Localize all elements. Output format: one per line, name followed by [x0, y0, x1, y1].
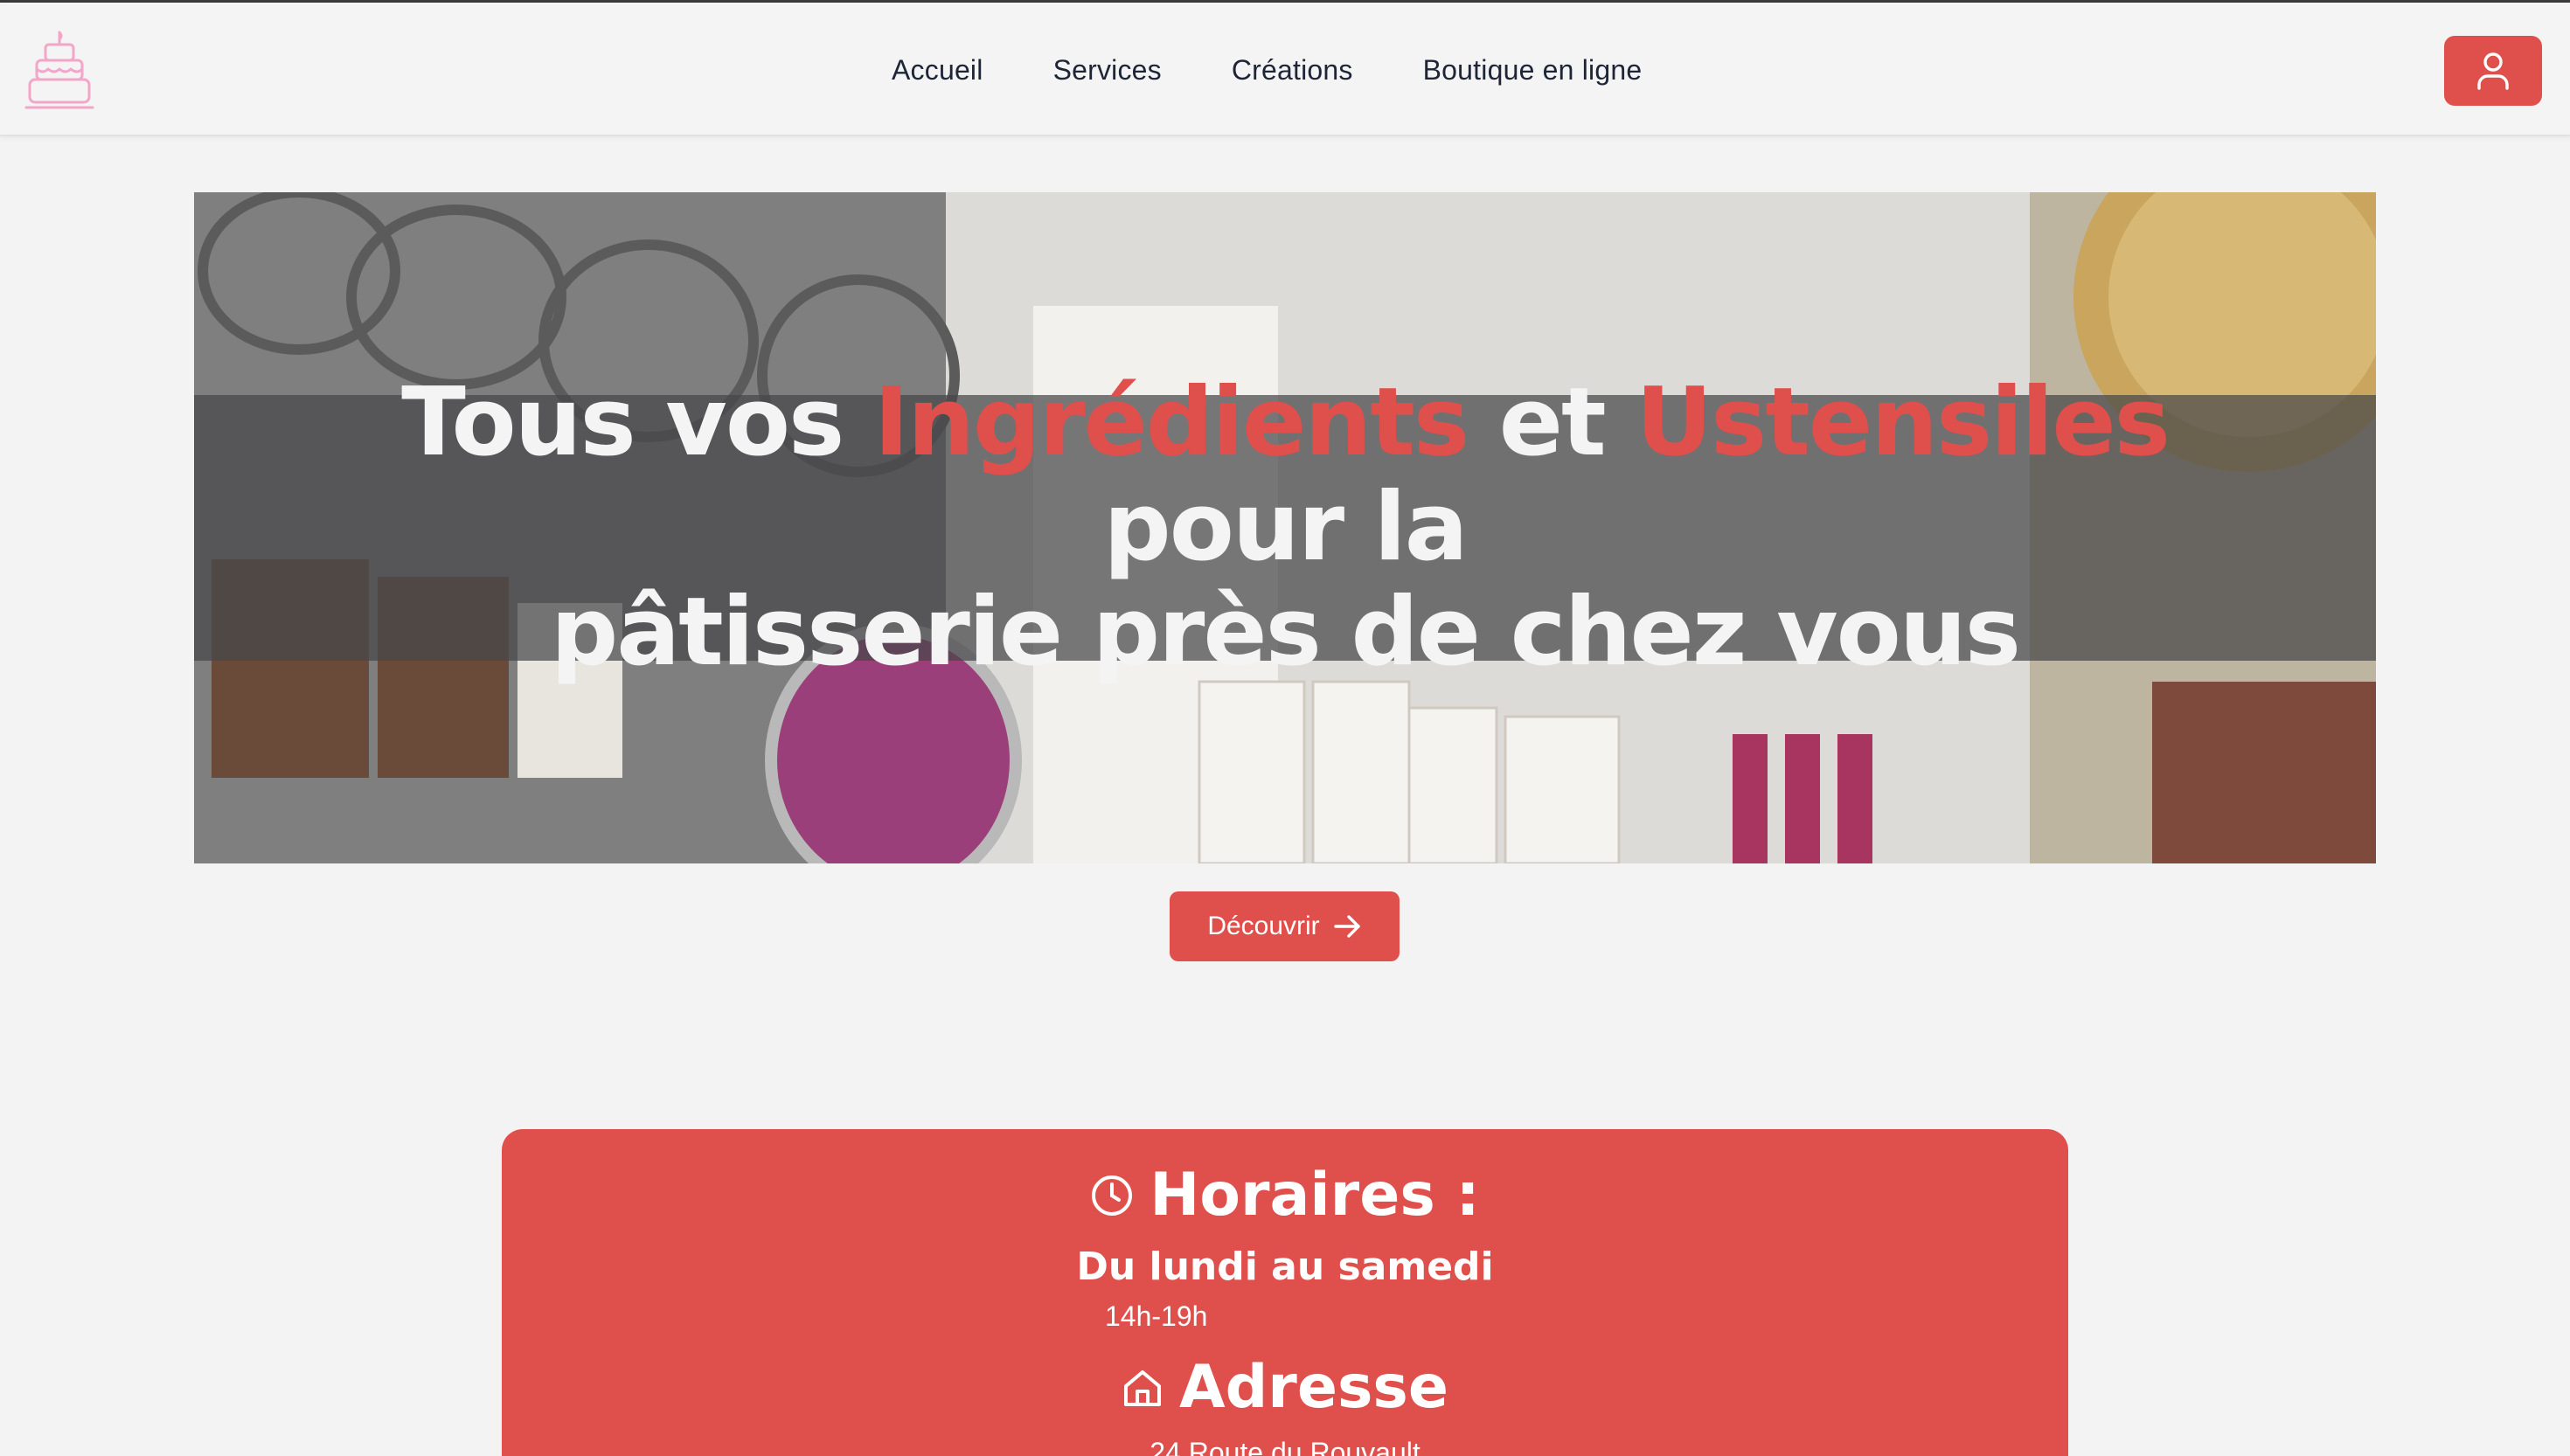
- hero-text-part: Tous vos: [401, 368, 874, 477]
- nav-boutique-en-ligne[interactable]: Boutique en ligne: [1423, 48, 1643, 92]
- home-icon: [1123, 1369, 1161, 1406]
- hours-days: Du lundi au samedi: [1076, 1245, 1494, 1289]
- hero-text-part: pour la: [1103, 473, 1468, 582]
- site-header: Accueil Services Créations Boutique en l…: [0, 3, 2570, 136]
- hero-highlight-ustensiles: Ustensiles: [1636, 368, 2171, 477]
- main-nav: Accueil Services Créations Boutique en l…: [892, 48, 1642, 92]
- discover-button[interactable]: Découvrir: [1170, 891, 1400, 961]
- cake-icon[interactable]: [24, 29, 94, 113]
- days-row: Du lundi au samedi: [502, 1245, 2068, 1289]
- hero-text-line2: pâtisserie près de chez vous: [550, 578, 2021, 687]
- clock-icon: [1092, 1175, 1133, 1216]
- arrow-right-icon: [1333, 915, 1360, 938]
- info-card: Horaires : Du lundi au samedi 14h-19h Ad…: [502, 1129, 2068, 1456]
- hours-heading: Horaires :: [502, 1161, 2068, 1230]
- nav-accueil[interactable]: Accueil: [892, 48, 983, 92]
- hero-text-part: et: [1468, 368, 1636, 477]
- hero-title-band: Tous vos Ingrédients et Ustensiles pour …: [194, 371, 2376, 685]
- user-account-button[interactable]: [2444, 36, 2542, 106]
- hero-highlight-ingredients: Ingrédients: [873, 368, 1469, 477]
- hours-times: 14h-19h: [1105, 1300, 1208, 1332]
- hero-title: Tous vos Ingrédients et Ustensiles pour …: [280, 371, 2290, 685]
- hours-title: Horaires :: [1150, 1161, 1480, 1230]
- address-line: 24 Route du Rouvault: [502, 1437, 2068, 1456]
- address-heading: Adresse: [502, 1353, 2068, 1422]
- nav-creations[interactable]: Créations: [1232, 48, 1353, 92]
- discover-button-label: Découvrir: [1207, 912, 1320, 940]
- address-title: Adresse: [1178, 1353, 1449, 1422]
- user-icon: [2477, 52, 2509, 90]
- nav-services[interactable]: Services: [1053, 48, 1162, 92]
- hero-banner: Tous vos Ingrédients et Ustensiles pour …: [194, 192, 2376, 863]
- address-text: 24 Route du Rouvault: [1150, 1437, 1420, 1456]
